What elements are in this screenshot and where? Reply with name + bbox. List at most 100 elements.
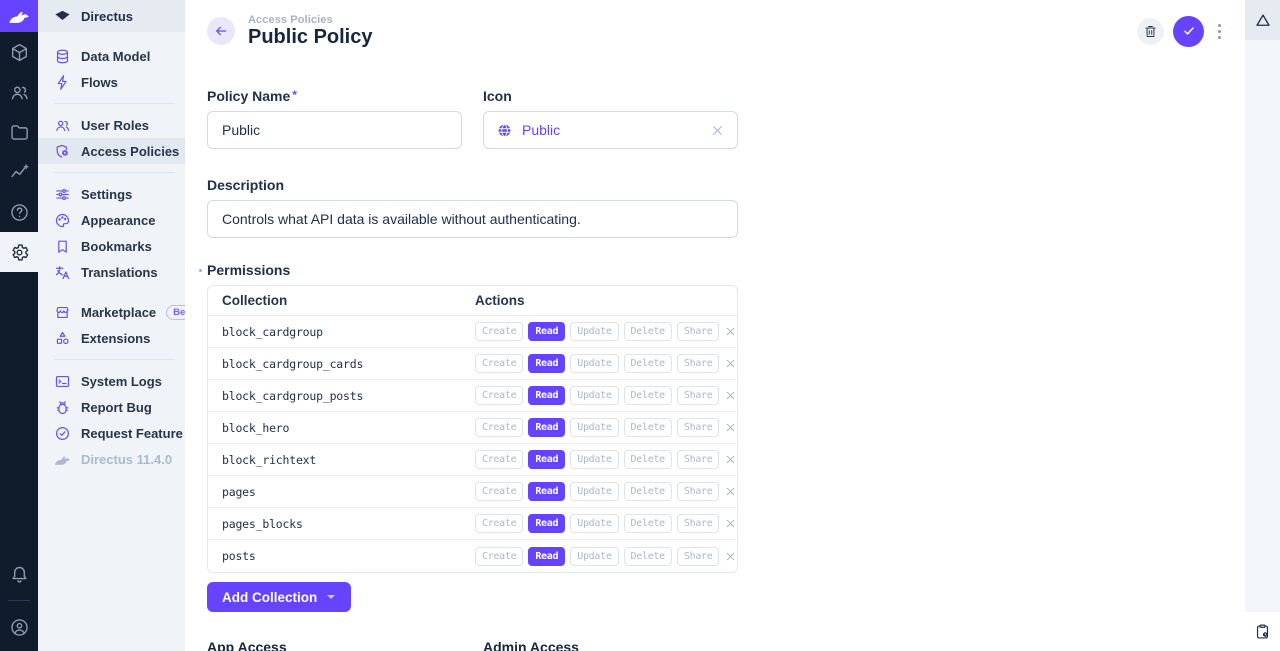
permission-chip-update[interactable]: Update bbox=[570, 514, 618, 533]
permission-chip-read[interactable]: Read bbox=[528, 322, 565, 341]
permission-chip-delete[interactable]: Delete bbox=[624, 514, 672, 533]
collection-name: pages bbox=[208, 485, 475, 499]
extensions-icon bbox=[54, 330, 71, 347]
permission-chip-share[interactable]: Share bbox=[677, 547, 720, 566]
sidebar-item-report-bug[interactable]: Report Bug bbox=[38, 394, 185, 420]
permission-chip-create[interactable]: Create bbox=[475, 418, 523, 437]
sidebar-item-settings[interactable]: Settings bbox=[38, 181, 185, 207]
user-avatar-icon[interactable] bbox=[0, 607, 38, 647]
permission-chip-share[interactable]: Share bbox=[677, 482, 720, 501]
permission-chip-create[interactable]: Create bbox=[475, 354, 523, 373]
permission-chip-delete[interactable]: Delete bbox=[624, 386, 672, 405]
permission-chip-read[interactable]: Read bbox=[528, 450, 565, 469]
sidebar-toggle-button[interactable] bbox=[1245, 0, 1280, 40]
permission-chip-update[interactable]: Update bbox=[570, 450, 618, 469]
file-library-module-icon[interactable] bbox=[0, 112, 38, 152]
sidebar-item-system-logs[interactable]: System Logs bbox=[38, 368, 185, 394]
permission-chip-read[interactable]: Read bbox=[528, 354, 565, 373]
table-row: pages_blocksCreateReadUpdateDeleteShare bbox=[208, 508, 737, 540]
sidebar-item-marketplace[interactable]: Marketplace Beta bbox=[38, 299, 185, 325]
clipboard-panel-button[interactable] bbox=[1245, 612, 1280, 651]
help-module-icon[interactable] bbox=[0, 192, 38, 232]
permission-chip-update[interactable]: Update bbox=[570, 354, 618, 373]
table-row: block_richtextCreateReadUpdateDeleteShar… bbox=[208, 444, 737, 476]
remove-permission-icon[interactable] bbox=[724, 453, 737, 466]
permission-chip-update[interactable]: Update bbox=[570, 418, 618, 437]
remove-permission-icon[interactable] bbox=[724, 550, 737, 563]
permission-chip-create[interactable]: Create bbox=[475, 450, 523, 469]
more-options-icon[interactable] bbox=[1213, 18, 1225, 45]
content-module-icon[interactable] bbox=[0, 32, 38, 72]
permission-chip-share[interactable]: Share bbox=[677, 418, 720, 437]
clear-icon[interactable] bbox=[710, 123, 725, 138]
storefront-icon bbox=[54, 304, 71, 321]
remove-permission-icon[interactable] bbox=[724, 485, 737, 498]
insights-module-icon[interactable] bbox=[0, 152, 38, 192]
permission-chip-share[interactable]: Share bbox=[677, 322, 720, 341]
permission-chip-read[interactable]: Read bbox=[528, 547, 565, 566]
description-input[interactable] bbox=[207, 200, 738, 238]
add-collection-button[interactable]: Add Collection bbox=[207, 582, 351, 612]
sidebar-item-translations[interactable]: Translations bbox=[38, 259, 185, 285]
policy-name-input[interactable] bbox=[207, 111, 462, 149]
permission-chip-update[interactable]: Update bbox=[570, 386, 618, 405]
permission-chip-share[interactable]: Share bbox=[677, 354, 720, 373]
permissions-label: Permissions bbox=[207, 262, 738, 278]
sidebar-item-extensions[interactable]: Extensions bbox=[38, 325, 185, 351]
permission-chip-delete[interactable]: Delete bbox=[624, 547, 672, 566]
sidebar-item-flows[interactable]: Flows bbox=[38, 69, 185, 95]
permission-chip-read[interactable]: Read bbox=[528, 514, 565, 533]
back-button[interactable] bbox=[207, 17, 235, 45]
permission-chip-read[interactable]: Read bbox=[528, 418, 565, 437]
permission-chip-create[interactable]: Create bbox=[475, 514, 523, 533]
sidebar-item-bookmarks[interactable]: Bookmarks bbox=[38, 233, 185, 259]
collection-name: block_cardgroup_posts bbox=[208, 389, 475, 403]
save-button[interactable] bbox=[1173, 16, 1204, 47]
permission-chip-create[interactable]: Create bbox=[475, 482, 523, 501]
user-directory-module-icon[interactable] bbox=[0, 72, 38, 112]
permission-chip-create[interactable]: Create bbox=[475, 547, 523, 566]
remove-permission-icon[interactable] bbox=[724, 517, 737, 530]
sidebar-item-request-feature[interactable]: Request Feature bbox=[38, 420, 185, 446]
page-header: Access Policies Public Policy bbox=[185, 0, 1245, 62]
permission-chip-delete[interactable]: Delete bbox=[624, 482, 672, 501]
remove-permission-icon[interactable] bbox=[724, 325, 737, 338]
nav-divider bbox=[54, 172, 175, 173]
permission-chip-delete[interactable]: Delete bbox=[624, 450, 672, 469]
sidebar-item-access-policies[interactable]: Access Policies bbox=[38, 138, 185, 164]
permission-chip-update[interactable]: Update bbox=[570, 547, 618, 566]
sidebar-item-appearance[interactable]: Appearance bbox=[38, 207, 185, 233]
sidebar-item-data-model[interactable]: Data Model bbox=[38, 43, 185, 69]
permission-chip-update[interactable]: Update bbox=[570, 482, 618, 501]
tune-icon bbox=[54, 186, 71, 203]
module-bar-divider bbox=[8, 600, 30, 601]
permission-chip-read[interactable]: Read bbox=[528, 482, 565, 501]
settings-module-icon[interactable] bbox=[0, 232, 38, 272]
permission-chip-create[interactable]: Create bbox=[475, 386, 523, 405]
remove-permission-icon[interactable] bbox=[724, 357, 737, 370]
directus-logo[interactable] bbox=[0, 0, 38, 32]
permission-chip-share[interactable]: Share bbox=[677, 514, 720, 533]
edited-indicator-dot bbox=[199, 269, 202, 272]
table-row: pagesCreate Read Update Delete Share bbox=[208, 476, 737, 508]
permission-chip-update[interactable]: Update bbox=[570, 322, 618, 341]
permission-chip-create[interactable]: Create bbox=[475, 322, 523, 341]
module-bar bbox=[0, 0, 38, 651]
shield-lock-icon bbox=[54, 143, 71, 160]
permission-chip-delete[interactable]: Delete bbox=[624, 322, 672, 341]
icon-select-input[interactable]: Public bbox=[483, 111, 738, 149]
table-row: block_heroCreateReadUpdateDeleteShare bbox=[208, 412, 737, 444]
remove-permission-icon[interactable] bbox=[724, 421, 737, 434]
project-switcher[interactable]: Directus bbox=[38, 0, 185, 32]
permission-chip-share[interactable]: Share bbox=[677, 386, 720, 405]
permission-chip-delete[interactable]: Delete bbox=[624, 418, 672, 437]
breadcrumb[interactable]: Access Policies bbox=[248, 14, 372, 26]
delete-button[interactable] bbox=[1137, 18, 1164, 45]
permission-chip-read[interactable]: Read bbox=[528, 386, 565, 405]
sidebar-item-user-roles[interactable]: User Roles bbox=[38, 112, 185, 138]
remove-permission-icon[interactable] bbox=[724, 389, 737, 402]
permission-chip-delete[interactable]: Delete bbox=[624, 354, 672, 373]
permission-chip-share[interactable]: Share bbox=[677, 450, 720, 469]
arrow-left-icon bbox=[213, 23, 229, 39]
notifications-bell-icon[interactable] bbox=[0, 554, 38, 594]
